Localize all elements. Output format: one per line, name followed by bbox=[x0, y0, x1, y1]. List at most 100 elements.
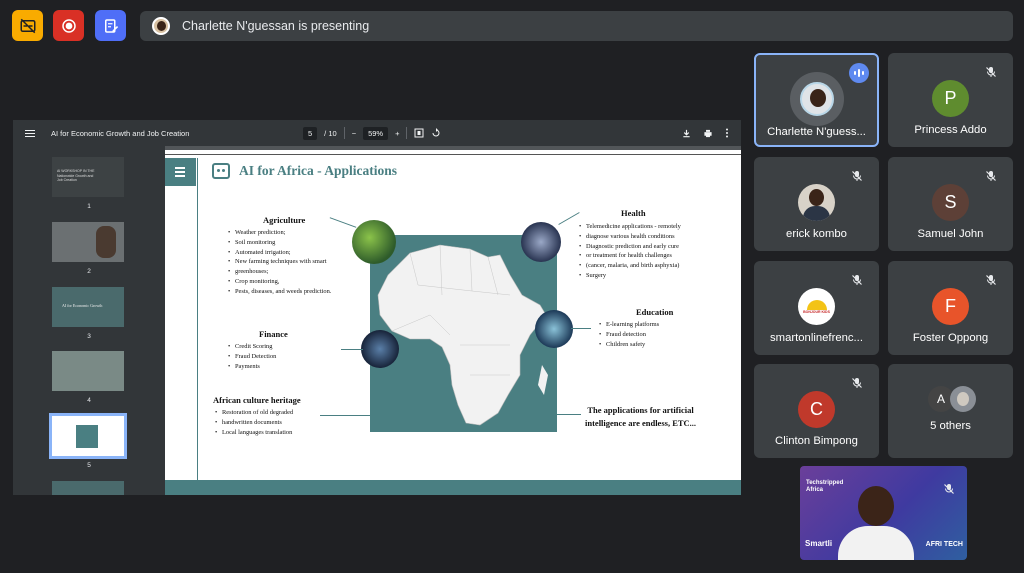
participant-tile-smartonline[interactable]: BONJOUR KIDS smartonlinefrenc... bbox=[754, 261, 879, 355]
thumbnail-page-5[interactable] bbox=[49, 413, 127, 459]
education-item: E-learning platforms bbox=[599, 320, 659, 330]
education-list: E-learning platforms Fraud detection Chi… bbox=[599, 320, 659, 350]
finance-item: Payments bbox=[228, 362, 276, 372]
thumbnail-text: AI WORKSHOP IN THE Nationwide Growth and… bbox=[57, 169, 95, 182]
mic-off-icon bbox=[943, 482, 955, 494]
mic-off-icon bbox=[851, 273, 863, 285]
zoom-out-button[interactable]: − bbox=[352, 129, 356, 138]
slide-menu-tab bbox=[165, 158, 196, 186]
mic-off-icon bbox=[851, 169, 863, 181]
culture-list: Restoration of old degraded handwritten … bbox=[215, 408, 293, 438]
participant-tile-samuel[interactable]: S Samuel John bbox=[888, 157, 1013, 251]
agriculture-item: greenhouses; bbox=[228, 267, 365, 277]
participant-tile-princess[interactable]: P Princess Addo bbox=[888, 53, 1013, 147]
bonjour-kids-logo: BONJOUR KIDS bbox=[798, 288, 835, 325]
education-item: Children safety bbox=[599, 340, 659, 350]
download-icon[interactable] bbox=[682, 129, 691, 138]
right-label: AFRI TECH bbox=[925, 541, 963, 548]
health-image bbox=[521, 222, 561, 262]
logo-text: BONJOUR KIDS bbox=[803, 309, 830, 314]
page-number-input[interactable]: 5 bbox=[303, 126, 318, 140]
thumbnail-page-4[interactable] bbox=[52, 351, 124, 391]
toolbar-divider bbox=[343, 127, 345, 139]
thumbnail-page-2[interactable] bbox=[52, 222, 124, 262]
culture-heading: African culture heritage bbox=[213, 395, 301, 405]
health-item: (cancer, malaria, and birth asphyxia) bbox=[579, 261, 716, 271]
thumbnail-page-3[interactable]: AI for Economic Growth bbox=[52, 287, 124, 327]
captions-off-icon bbox=[20, 18, 35, 33]
fit-page-icon[interactable] bbox=[414, 128, 424, 138]
thumbnail-sidebar: AI WORKSHOP IN THE Nationwide Growth and… bbox=[13, 146, 165, 495]
africa-map-shape bbox=[377, 244, 548, 426]
agriculture-item: Weather prediction; bbox=[228, 228, 365, 238]
thumbnail-number: 4 bbox=[87, 397, 91, 404]
arrow bbox=[557, 414, 581, 415]
health-item: Diagnostic prediction and early cure bbox=[579, 242, 716, 252]
participant-tile-erick[interactable]: erick kombo bbox=[754, 157, 879, 251]
print-icon[interactable] bbox=[703, 129, 713, 138]
presenting-banner: Charlette N'guessan is presenting bbox=[140, 11, 1013, 41]
participant-name: smartonlinefrenc... bbox=[770, 332, 863, 344]
speaking-indicator-icon bbox=[849, 63, 869, 83]
self-view-video[interactable]: Techstripped Africa Smartli AFRI TECH bbox=[800, 466, 967, 560]
thumbnail-page-6[interactable] bbox=[52, 481, 124, 495]
participant-photo bbox=[790, 72, 844, 126]
arrow bbox=[558, 212, 580, 225]
agriculture-item: Crop monitoring, bbox=[228, 277, 365, 287]
participant-name: erick kombo bbox=[786, 228, 847, 240]
zoom-in-button[interactable]: + bbox=[395, 129, 399, 138]
self-person bbox=[858, 486, 894, 526]
finance-heading: Finance bbox=[259, 329, 288, 339]
participant-name: 5 others bbox=[930, 420, 971, 432]
toolbar-divider bbox=[406, 127, 408, 139]
mic-off-icon bbox=[985, 169, 997, 181]
education-image bbox=[535, 310, 573, 348]
thumbnail-page-1[interactable]: AI WORKSHOP IN THE Nationwide Growth and… bbox=[52, 157, 124, 197]
education-heading: Education bbox=[636, 307, 674, 317]
zoom-input[interactable]: 59% bbox=[363, 126, 389, 140]
conclusion-line: intelligence are endless, ETC... bbox=[585, 418, 697, 428]
presenting-text: Charlette N'guessan is presenting bbox=[182, 19, 370, 33]
left-label: Smartli bbox=[805, 539, 833, 548]
thumbnail-number: 3 bbox=[87, 333, 91, 340]
agriculture-item: Pests, diseases, and weeds prediction. bbox=[228, 287, 365, 297]
participant-name: Princess Addo bbox=[914, 124, 987, 136]
slide-title: AI for Africa - Applications bbox=[239, 163, 397, 178]
pdf-title: AI for Economic Growth and Job Creation bbox=[51, 128, 190, 138]
arrow bbox=[341, 349, 363, 350]
participant-tile-others[interactable]: A 5 others bbox=[888, 364, 1013, 458]
mic-off-icon bbox=[985, 273, 997, 285]
edit-note-icon bbox=[104, 18, 118, 33]
health-list: Telemedicine applications - remotely dia… bbox=[579, 222, 716, 281]
captions-off-button[interactable] bbox=[12, 10, 43, 41]
brand-line: Africa bbox=[806, 487, 824, 493]
participant-avatar: C bbox=[798, 391, 835, 428]
health-item: Telemedicine applications - remotely bbox=[579, 222, 716, 232]
pdf-viewer: AI for Economic Growth and Job Creation … bbox=[13, 120, 741, 495]
agriculture-heading: Agriculture bbox=[263, 215, 306, 225]
rotate-icon[interactable] bbox=[431, 128, 441, 138]
notes-button[interactable] bbox=[95, 10, 126, 41]
thumbnail-number: 5 bbox=[87, 462, 91, 469]
participant-tile-charlette[interactable]: Charlette N'guess... bbox=[754, 53, 879, 147]
mic-off-icon bbox=[985, 65, 997, 77]
participant-tile-foster[interactable]: F Foster Oppong bbox=[888, 261, 1013, 355]
participant-name: Charlette N'guess... bbox=[767, 126, 866, 138]
culture-item: handwritten documents bbox=[215, 418, 293, 428]
participant-name: Samuel John bbox=[917, 228, 984, 240]
recording-button[interactable] bbox=[53, 10, 84, 41]
agriculture-item: Soil monitoring bbox=[228, 238, 365, 248]
thumbnail-map bbox=[76, 425, 98, 448]
robot-icon bbox=[212, 163, 230, 179]
slide-bottom-bar bbox=[165, 480, 741, 495]
menu-icon[interactable] bbox=[25, 128, 35, 139]
more-vert-icon[interactable] bbox=[725, 128, 729, 138]
others-photo bbox=[950, 386, 976, 412]
thumbnail-number: 2 bbox=[87, 268, 91, 275]
page-total: / 10 bbox=[324, 128, 337, 138]
brand-label: Techstripped Africa bbox=[806, 480, 843, 494]
culture-item: Restoration of old degraded bbox=[215, 408, 293, 418]
culture-item: Local languages translation bbox=[215, 428, 293, 438]
health-item: diagnose various health conditions bbox=[579, 232, 716, 242]
participant-tile-clinton[interactable]: C Clinton Bimpong bbox=[754, 364, 879, 458]
